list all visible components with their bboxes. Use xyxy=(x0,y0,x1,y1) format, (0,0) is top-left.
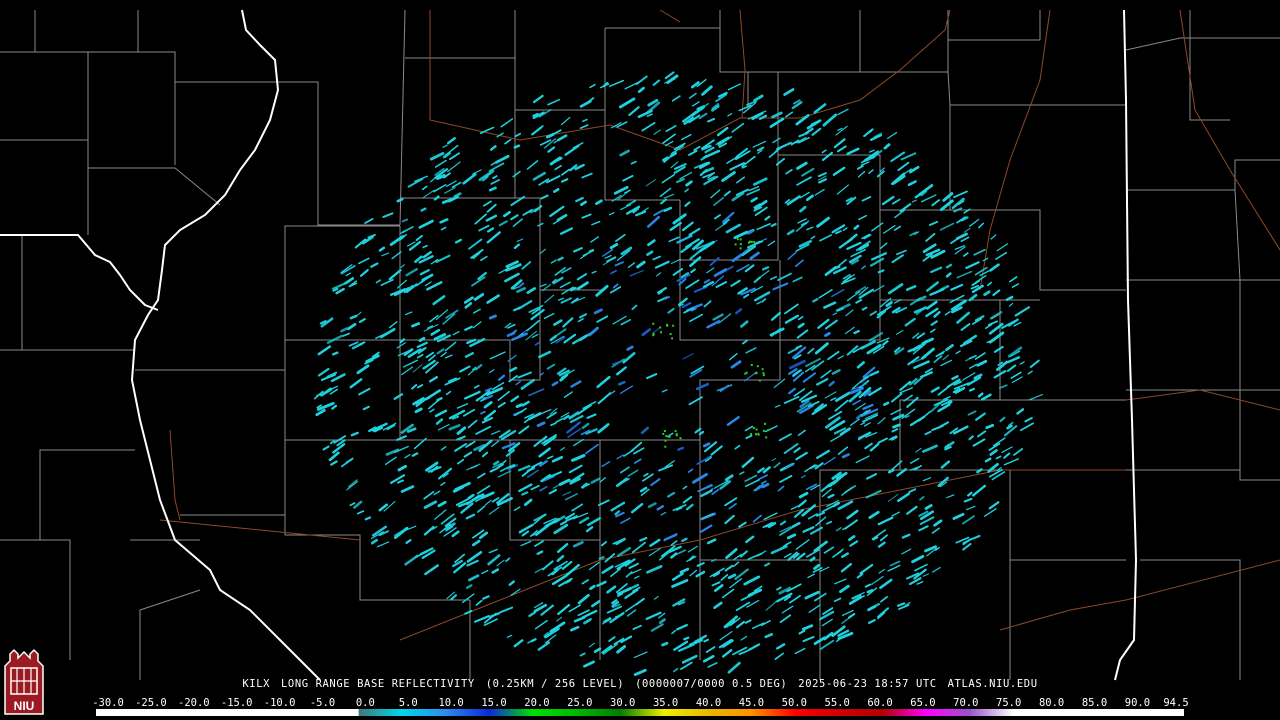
colorbar-tick-label: 65.0 xyxy=(910,697,936,709)
colorbar-tick-label: -15.0 xyxy=(220,697,253,709)
source-url: ATLAS.NIU.EDU xyxy=(947,678,1038,690)
colorbar-tick-label: 20.0 xyxy=(524,697,550,709)
logo-text: NIU xyxy=(14,699,35,713)
colorbar-tick-label: -30.0 xyxy=(92,697,124,709)
colorbar xyxy=(96,709,1184,716)
product-resolution: (0.25KM / 256 LEVEL) xyxy=(485,678,625,690)
volume-info: (0000007/0000 0.5 DEG) xyxy=(635,678,788,690)
colorbar-tick-label: 10.0 xyxy=(438,697,464,709)
colorbar-tick-label: 80.0 xyxy=(1038,697,1065,709)
colorbar-tick-label: 70.0 xyxy=(953,697,979,709)
colorbar-tick-label: 55.0 xyxy=(824,697,850,709)
colorbar-tick-label: 15.0 xyxy=(481,697,507,709)
product-name: LONG RANGE BASE REFLECTIVITY xyxy=(280,678,475,690)
colorbar-tick-labels: -30.0 -25.0 -20.0 -15.0 -10.0 -5.0 0.0 5.0 10.0 1… xyxy=(0,697,1280,709)
colorbar-tick-label: 75.0 xyxy=(996,697,1022,709)
colorbar-tick-label: 25.0 xyxy=(567,697,593,709)
colorbar-tick-label: 0.0 xyxy=(355,697,375,709)
colorbar-tick-label: 60.0 xyxy=(867,697,893,709)
product-caption: KILX LONG RANGE BASE REFLECTIVITY (0.25K… xyxy=(0,678,1280,692)
colorbar-tick-label: 5.0 xyxy=(398,697,418,709)
niu-logo: NIU xyxy=(4,648,44,715)
colorbar-tick-label: -25.0 xyxy=(135,697,167,709)
timestamp: 2025-06-23 18:57 UTC xyxy=(798,678,937,690)
colorbar-tick-label: 85.0 xyxy=(1081,697,1108,709)
station-id: KILX xyxy=(242,678,271,690)
colorbar-tick-label: 30.0 xyxy=(610,697,636,709)
radar-map xyxy=(0,0,1280,720)
colorbar-tick-label: 45.0 xyxy=(738,697,765,709)
colorbar-tick-label: 90.0 xyxy=(1124,697,1151,709)
colorbar-tick-label: 50.0 xyxy=(781,697,807,709)
colorbar-tick-label: 35.0 xyxy=(652,697,679,709)
colorbar-tick-label: -10.0 xyxy=(263,697,296,709)
colorbar-tick-label: -5.0 xyxy=(309,697,336,709)
colorbar-tick-label: -20.0 xyxy=(177,697,210,709)
colorbar-tick-label: 94.5 xyxy=(1163,697,1189,709)
colorbar-tick-label: 40.0 xyxy=(695,697,722,709)
